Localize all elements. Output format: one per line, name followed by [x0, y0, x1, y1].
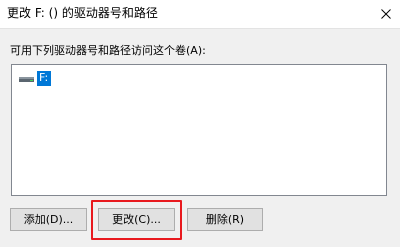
paths-list-label: 可用下列驱动器号和路径访问这个卷(A): [10, 44, 206, 57]
add-button[interactable]: 添加(D)... [10, 208, 87, 231]
highlight-box [91, 200, 182, 240]
list-item[interactable]: F: [18, 70, 52, 86]
close-icon [381, 9, 391, 19]
drive-icon [18, 71, 36, 85]
delete-button[interactable]: 删除(R) [187, 208, 263, 231]
title-bar: 更改 F: () 的驱动器号和路径 [0, 0, 400, 29]
window-title: 更改 F: () 的驱动器号和路径 [7, 6, 158, 20]
change-drive-letter-dialog: 更改 F: () 的驱动器号和路径 可用下列驱动器号和路径访问这个卷(A): F… [0, 0, 400, 247]
drive-paths-listbox[interactable]: F: [11, 64, 387, 196]
list-item-label: F: [37, 70, 52, 86]
close-button[interactable] [373, 0, 400, 28]
